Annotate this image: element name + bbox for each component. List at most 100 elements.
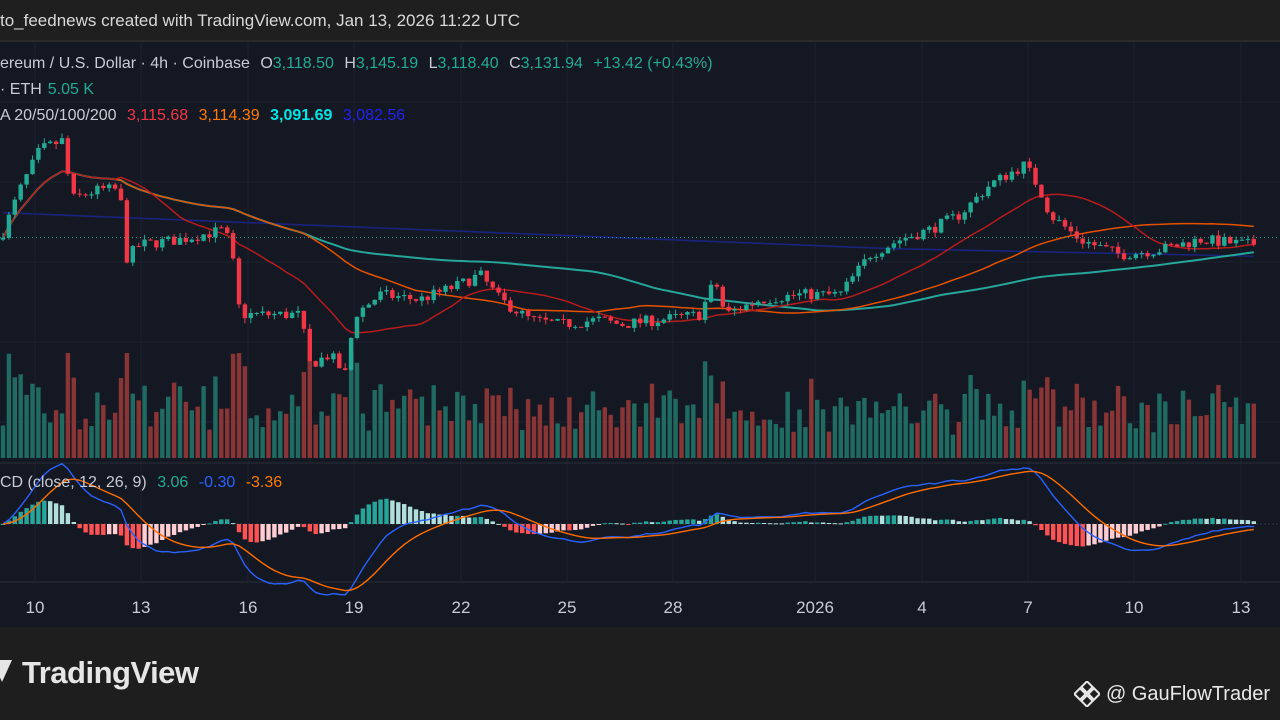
macd-histogram-bar [343,524,348,529]
candle-body [1115,246,1121,254]
macd-histogram-bar [1009,519,1015,524]
macd-histogram-bar [1074,524,1079,547]
volume-bar [980,419,985,458]
candle-body [490,281,495,288]
time-axis-label: 13 [132,598,151,617]
volume-bar [1003,426,1009,458]
macd-histogram-bar [938,519,944,524]
volume-bar [1062,406,1068,458]
macd-histogram-bar [307,524,312,532]
macd-histogram-bar [107,524,112,535]
candle-body [12,199,17,215]
chart-area[interactable]: 10 13 16 19 22 25 28 2026 4 7 10 13 ereum / U.S. Do… [0,42,1280,627]
macd-histogram-bar [1045,524,1050,536]
macd-histogram-bar [1033,524,1038,526]
candle-body [160,239,165,248]
chart-svg[interactable]: 10 13 16 19 22 25 28 2026 4 7 10 13 [0,42,1280,627]
macd-histogram-bar [779,523,784,525]
candle-body [1127,258,1133,260]
volume-bar [466,420,472,458]
candle-body [938,218,944,233]
macd-histogram-bar [838,523,843,525]
macd-histogram-bar [112,524,118,535]
macd-histogram-bar [602,523,607,525]
macd-histogram-bar [1015,520,1020,524]
candle-body [1092,242,1097,246]
candle-body [809,289,814,300]
volume-bar [307,357,312,458]
volume-bar [443,406,448,458]
macd-histogram-bar [278,524,283,535]
candle-body [331,353,336,360]
macd-histogram-bar [950,519,956,524]
volume-bar [124,353,130,458]
volume-bar [602,407,607,458]
close-label: C [509,55,521,72]
volume-bar [1033,398,1038,458]
volume-bar [331,393,336,458]
macd-histogram-bar [868,515,873,524]
volume-bar [472,403,478,458]
candle-body [720,286,725,307]
candle-body [986,186,991,197]
volume-bar [278,411,283,458]
candle-body [53,141,59,145]
macd-label: CD (close, 12, 26, 9) [0,474,147,491]
tradingview-brand: TradingView [22,655,199,690]
candle-body [1121,253,1127,260]
candle-body [183,238,189,242]
volume-bar [997,403,1003,458]
ma100-value: 3,091.69 [270,107,333,124]
candle-body [1222,236,1227,246]
time-axis-label: 19 [345,598,364,617]
volume-bar [756,425,761,458]
macd-histogram-bar [366,504,371,524]
macd-histogram-bar [773,523,779,525]
volume-bar [101,405,106,458]
macd-histogram-bar [378,499,383,524]
volume-bar [986,393,991,458]
macd-histogram-bar [767,523,773,525]
candle-body [189,239,194,242]
volume-bar [413,398,419,458]
candle-body [897,240,902,244]
candle-body [514,311,519,314]
volume-bar [343,397,348,458]
candle-body [461,278,466,282]
macd-histogram-bar [354,514,360,524]
candle-body [407,294,413,300]
candle-body [378,291,383,300]
candle-body [30,159,35,175]
macd-histogram-bar [59,505,65,524]
volume-bar [1145,405,1150,458]
macd-histogram-bar [225,519,230,524]
candle-body [815,292,820,300]
high-value: 3,145.19 [355,55,419,72]
candle-body [272,313,277,316]
candle-body [549,319,554,321]
macd-histogram-bar [626,524,631,525]
volume-bar [142,385,147,458]
macd-histogram-bar [1180,519,1186,524]
macd-histogram-bar [502,524,507,527]
candle-body [136,246,141,248]
time-axis-label: 25 [558,598,577,617]
candle-body [933,226,938,233]
volume-bar [785,391,790,458]
candle-body [48,141,53,144]
candle-body [555,318,560,321]
candle-body [390,290,395,298]
candle-body [219,227,224,229]
volume-bar [213,376,218,458]
volume-bar [83,418,88,458]
candle-body [573,326,578,328]
macd-histogram-bar [118,524,124,536]
volume-bar [136,400,141,458]
macd-histogram-bar [337,524,342,530]
volume-bar [89,426,94,458]
macd-histogram-bar [1056,524,1062,543]
volume-bar [815,399,820,458]
volume-bar [750,411,755,458]
candle-body [36,147,41,160]
volume-bar [1233,397,1239,458]
